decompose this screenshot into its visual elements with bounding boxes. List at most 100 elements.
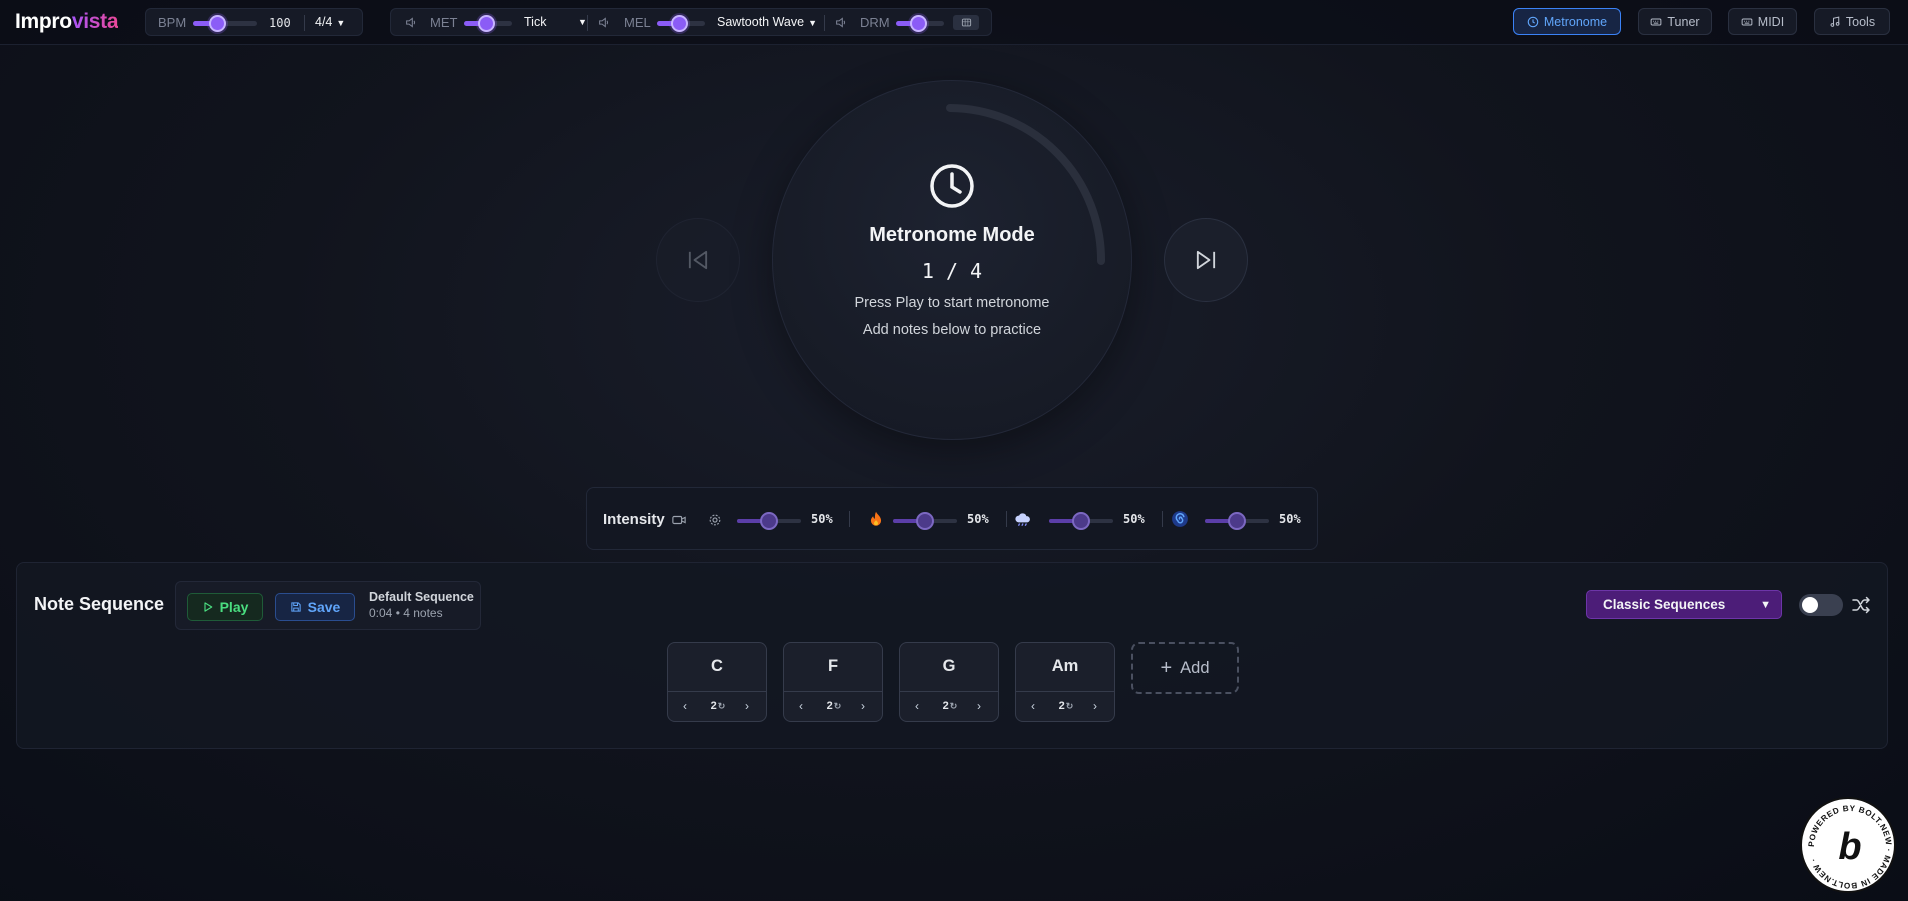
- volume-icon[interactable]: [405, 16, 418, 29]
- shuffle-icon[interactable]: [1851, 595, 1871, 615]
- note-card[interactable]: C ‹ 2↻ ›: [667, 642, 767, 722]
- loop-toggle[interactable]: [1799, 594, 1843, 616]
- increase-icon[interactable]: ›: [861, 699, 865, 713]
- bpm-panel: BPM 100 4/4 ▼: [145, 8, 363, 36]
- drm-label: DRM: [860, 15, 890, 30]
- sequence-preset-select[interactable]: Classic Sequences ▼: [1586, 590, 1782, 619]
- tools-tab-button[interactable]: Tools: [1814, 8, 1890, 35]
- chevron-down-icon: ▼: [1760, 599, 1771, 611]
- spiral-icon: [1172, 511, 1188, 527]
- skip-forward-icon: [1196, 250, 1216, 270]
- slider-thumb[interactable]: [1072, 512, 1090, 530]
- drm-volume-slider[interactable]: [896, 15, 944, 32]
- chevron-down-icon: ▼: [808, 18, 818, 28]
- chevron-down-icon: ▼: [336, 18, 346, 28]
- note-name: C: [711, 657, 723, 675]
- tuner-tab-button[interactable]: Tuner: [1638, 8, 1712, 35]
- note-card[interactable]: Am ‹ 2↻ ›: [1015, 642, 1115, 722]
- decrease-icon[interactable]: ‹: [683, 699, 687, 713]
- volume-icon[interactable]: [835, 16, 848, 29]
- intensity-value-gear: 50%: [811, 512, 833, 526]
- note-count: 2↻: [942, 700, 958, 712]
- note-card[interactable]: F ‹ 2↻ ›: [783, 642, 883, 722]
- met-volume-slider[interactable]: [464, 15, 512, 32]
- note-name: F: [827, 657, 839, 675]
- intensity-slider-spiral[interactable]: [1205, 512, 1269, 530]
- intensity-slider-gear[interactable]: [737, 512, 801, 530]
- slider-thumb[interactable]: [916, 512, 934, 530]
- sequence-name: Default Sequence: [369, 590, 474, 604]
- fire-icon: [870, 511, 882, 526]
- gear-icon: [709, 514, 721, 526]
- midi-tab-button[interactable]: MIDI: [1728, 8, 1797, 35]
- note-sequence-title: Note Sequence: [34, 594, 165, 614]
- chevron-down-icon: ▼: [578, 17, 587, 27]
- next-button[interactable]: [1164, 218, 1248, 302]
- play-button[interactable]: Play: [187, 593, 263, 621]
- note-sequence-card: Note Sequence Play Save Default Sequence…: [16, 562, 1888, 749]
- increase-icon[interactable]: ›: [745, 699, 749, 713]
- intensity-slider-cloud[interactable]: [1049, 512, 1113, 530]
- keyboard-icon: [1651, 18, 1662, 25]
- bpm-slider[interactable]: [193, 15, 257, 32]
- previous-button[interactable]: [656, 218, 740, 302]
- bpm-slider-thumb[interactable]: [209, 15, 226, 32]
- audio-panel: MET Tick ▼ MEL Sawtooth Wave ▼ DRM: [390, 8, 992, 36]
- beat-counter: 1 / 4: [921, 259, 983, 283]
- repeat-icon: ↻: [949, 701, 958, 711]
- met-sound-select[interactable]: Tick ▼: [524, 15, 587, 29]
- drm-volume-thumb[interactable]: [910, 15, 927, 32]
- clock-icon: [1527, 16, 1539, 27]
- camera-icon[interactable]: [672, 513, 686, 527]
- decrease-icon[interactable]: ‹: [915, 699, 919, 713]
- repeat-icon: ↻: [717, 701, 726, 711]
- note-count: 2↻: [826, 700, 842, 712]
- intensity-value-spiral: 50%: [1279, 512, 1301, 526]
- app-logo[interactable]: Improvista: [15, 10, 119, 34]
- intensity-label: Intensity: [603, 511, 665, 528]
- mel-volume-slider[interactable]: [657, 15, 705, 32]
- play-icon: [204, 602, 212, 612]
- mel-label: MEL: [624, 15, 651, 30]
- intensity-slider-fire[interactable]: [893, 512, 957, 530]
- note-count: 2↻: [710, 700, 726, 712]
- mel-volume-thumb[interactable]: [671, 15, 688, 32]
- keyboard-icon: [1741, 18, 1753, 25]
- note-name: G: [942, 657, 956, 675]
- increase-icon[interactable]: ›: [1093, 699, 1097, 713]
- bpm-label: BPM: [158, 15, 187, 30]
- decrease-icon[interactable]: ‹: [1031, 699, 1035, 713]
- add-note-button[interactable]: + Add: [1131, 642, 1239, 694]
- metronome-tab-button[interactable]: Metronome: [1513, 8, 1621, 35]
- save-icon: [290, 602, 301, 612]
- mel-sound-select[interactable]: Sawtooth Wave ▼: [717, 15, 817, 29]
- music-note-icon: [1830, 16, 1840, 27]
- drum-icon: [961, 18, 972, 27]
- mode-title: Metronome Mode: [869, 224, 1035, 246]
- intensity-value-fire: 50%: [967, 512, 989, 526]
- hint-add-notes: Add notes below to practice: [862, 322, 1042, 338]
- skip-back-icon: [688, 250, 708, 270]
- volume-icon[interactable]: [598, 16, 611, 29]
- hint-play: Press Play to start metronome: [854, 295, 1050, 311]
- note-name: Am: [1051, 657, 1079, 675]
- slider-thumb[interactable]: [1228, 512, 1246, 530]
- bpm-value: 100: [269, 16, 291, 30]
- clock-icon: [930, 164, 974, 208]
- met-label: MET: [430, 15, 458, 30]
- increase-icon[interactable]: ›: [977, 699, 981, 713]
- slider-thumb[interactable]: [760, 512, 778, 530]
- drum-pattern-button[interactable]: [953, 15, 979, 30]
- met-volume-thumb[interactable]: [478, 15, 495, 32]
- note-count: 2↻: [1058, 700, 1074, 712]
- bolt-badge[interactable]: POWERED BY BOLT.NEW · MADE IN BOLT.NEW ·…: [1800, 797, 1896, 893]
- time-signature-select[interactable]: 4/4 ▼: [315, 15, 345, 29]
- note-card[interactable]: G ‹ 2↻ ›: [899, 642, 999, 722]
- repeat-icon: ↻: [1065, 701, 1074, 711]
- decrease-icon[interactable]: ‹: [799, 699, 803, 713]
- save-button[interactable]: Save: [275, 593, 355, 621]
- sequence-meta: 0:04 • 4 notes: [369, 606, 443, 620]
- svg-text:b: b: [1838, 826, 1861, 868]
- cloud-icon: [1015, 513, 1030, 527]
- plus-icon: +: [1160, 657, 1173, 679]
